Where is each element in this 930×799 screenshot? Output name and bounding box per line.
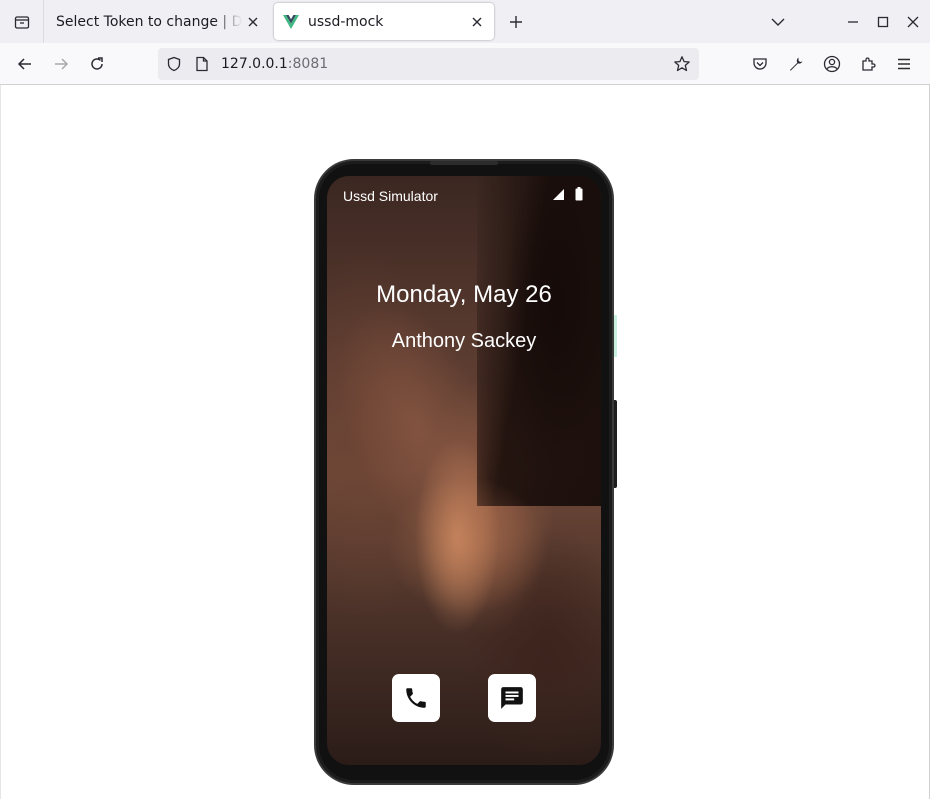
phone-app-button[interactable] — [392, 674, 440, 722]
wrench-icon — [790, 57, 803, 71]
tab-list-icon — [14, 15, 29, 29]
lockscreen-date: Monday, May 26 — [376, 281, 552, 308]
back-button[interactable] — [11, 50, 39, 78]
extensions-icon — [862, 57, 876, 71]
phone-screen: Ussd Simulator Monday, May 26 Anthony Sa… — [327, 176, 601, 765]
phone-speaker — [430, 161, 498, 165]
tab-title: Select Token to change | Djan — [56, 13, 242, 30]
vue-icon — [282, 13, 300, 31]
minimize-icon — [848, 21, 858, 23]
account-button[interactable] — [818, 50, 846, 78]
forward-icon — [55, 58, 69, 70]
signal-icon — [553, 188, 564, 200]
list-all-tabs-button[interactable] — [764, 8, 792, 36]
message-icon — [501, 687, 523, 709]
pocket-icon — [753, 58, 767, 70]
tab-title: ussd-mock — [308, 13, 384, 30]
tab-close-button[interactable] — [242, 11, 264, 33]
url-port: :8081 — [287, 56, 329, 72]
new-tab-button[interactable] — [502, 8, 530, 36]
tab-django-admin[interactable]: Select Token to change | Djan — [46, 3, 270, 40]
tab-close-button[interactable] — [466, 11, 488, 33]
page-icon[interactable] — [192, 54, 212, 74]
maximize-icon — [877, 16, 889, 28]
phone-icon — [406, 688, 426, 708]
minimize-button[interactable] — [839, 8, 867, 36]
forward-button[interactable] — [47, 50, 75, 78]
reload-button[interactable] — [83, 50, 111, 78]
wallpaper-layer — [387, 476, 547, 616]
close-icon — [472, 17, 482, 26]
browser-window: Select Token to change | Djan ussd-mock — [0, 0, 930, 799]
developer-tools-button[interactable] — [782, 50, 810, 78]
window-close-button[interactable] — [899, 8, 927, 36]
url-bar[interactable]: 127.0.0.1:8081 — [158, 48, 699, 80]
window-close-icon — [907, 16, 919, 28]
chevron-down-icon — [771, 18, 785, 26]
tab-list-button[interactable] — [0, 0, 44, 43]
tab-strip: Select Token to change | Djan ussd-mock — [0, 0, 930, 43]
messages-app-button[interactable] — [488, 674, 536, 722]
menu-button[interactable] — [890, 50, 918, 78]
status-bar-icons — [552, 187, 583, 201]
lockscreen-user-name: Anthony Sackey — [391, 330, 537, 352]
extensions-button[interactable] — [854, 50, 882, 78]
pocket-button[interactable] — [746, 50, 774, 78]
menu-icon — [898, 58, 910, 70]
star-icon[interactable] — [672, 54, 692, 74]
battery-icon — [575, 187, 583, 201]
status-bar-title: Ussd Simulator — [343, 188, 438, 204]
account-icon — [823, 55, 841, 73]
back-icon — [17, 58, 31, 70]
navigation-bar: 127.0.0.1:8081 — [0, 43, 930, 85]
url-text: 127.0.0.1:8081 — [221, 56, 328, 72]
shield-icon[interactable] — [164, 54, 184, 74]
url-host: 127.0.0.1 — [221, 56, 288, 72]
phone-accent-mark — [614, 315, 617, 357]
reload-icon — [91, 57, 103, 70]
maximize-button[interactable] — [869, 8, 897, 36]
new-tab-icon — [510, 16, 522, 28]
tab-ussd-mock[interactable]: ussd-mock — [274, 3, 494, 40]
close-icon — [248, 17, 258, 26]
